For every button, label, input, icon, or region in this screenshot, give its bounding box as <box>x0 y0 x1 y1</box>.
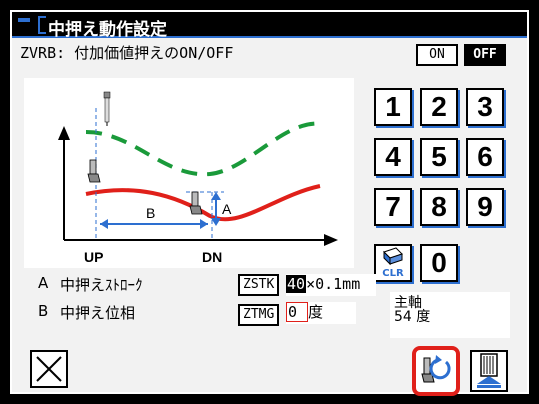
page-title: 中押え動作設定 <box>48 20 167 40</box>
upper-curve <box>85 121 325 177</box>
main-axis-label: 主軸 <box>394 295 422 311</box>
clear-label: CLR <box>382 268 404 279</box>
label-b: B <box>146 205 155 221</box>
key-2[interactable]: 2 <box>420 88 458 126</box>
title-dash-icon <box>18 18 30 22</box>
eraser-icon <box>383 247 403 266</box>
x-axis-arrow <box>324 234 338 246</box>
label-a: A <box>222 201 232 217</box>
title-bar: 中押え動作設定 <box>12 12 527 40</box>
main-panel: 中押え動作設定 ZVRB: 付加価値押えのON/OFF ON OFF A B U… <box>10 10 529 396</box>
key-4[interactable]: 4 <box>374 138 412 176</box>
phase-unit: 度 <box>308 303 324 321</box>
key-7[interactable]: 7 <box>374 188 412 226</box>
stroke-unit: ×0.1mm <box>306 275 361 293</box>
key-0[interactable]: 0 <box>420 244 458 282</box>
label-up: UP <box>84 249 103 265</box>
stroke-prefix: A <box>38 274 49 292</box>
stroke-value: 40 <box>286 275 307 293</box>
book-upload-icon <box>477 353 501 388</box>
key-9[interactable]: 9 <box>466 188 504 226</box>
title-bracket-icon <box>38 16 46 34</box>
presser-foot-center-icon <box>189 191 203 215</box>
screen-frame: 中押え動作設定 ZVRB: 付加価値押えのON/OFF ON OFF A B U… <box>0 0 539 404</box>
main-axis-display: 主軸 54 度 <box>390 292 510 338</box>
phase-value-field[interactable]: 0度 <box>286 302 356 324</box>
stroke-label: 中押えｽﾄﾛｰｸ <box>60 276 143 294</box>
ztmg-button[interactable]: ZTMG <box>238 304 280 326</box>
key-8[interactable]: 8 <box>420 188 458 226</box>
presser-return-button[interactable] <box>412 346 460 396</box>
stroke-value-field[interactable]: 40×0.1mm <box>286 274 376 296</box>
off-button[interactable]: OFF <box>464 44 506 66</box>
diagram-svg: A B UP DN <box>58 91 338 265</box>
close-icon <box>36 356 62 382</box>
close-button[interactable] <box>30 350 68 388</box>
key-3[interactable]: 3 <box>466 88 504 126</box>
needle-icon <box>103 91 111 126</box>
clear-button[interactable]: CLR <box>374 244 412 282</box>
lower-curve <box>85 184 321 222</box>
label-dn: DN <box>202 249 222 265</box>
main-axis-value: 54 <box>394 309 412 325</box>
presser-diagram: A B UP DN <box>24 78 354 268</box>
phase-label: 中押え位相 <box>60 304 136 322</box>
phase-value: 0 <box>286 302 309 322</box>
zvrb-label: ZVRB: 付加価値押えのON/OFF <box>20 44 234 62</box>
key-5[interactable]: 5 <box>420 138 458 176</box>
main-axis-unit: 度 <box>416 309 431 325</box>
phase-prefix: B <box>38 302 49 320</box>
presser-return-icon <box>421 355 451 383</box>
key-1[interactable]: 1 <box>374 88 412 126</box>
zstk-button[interactable]: ZSTK <box>238 274 280 296</box>
book-button[interactable] <box>470 350 508 392</box>
on-button[interactable]: ON <box>416 44 458 66</box>
y-axis-arrow <box>58 126 70 140</box>
presser-foot-left-icon <box>87 159 101 183</box>
key-6[interactable]: 6 <box>466 138 504 176</box>
